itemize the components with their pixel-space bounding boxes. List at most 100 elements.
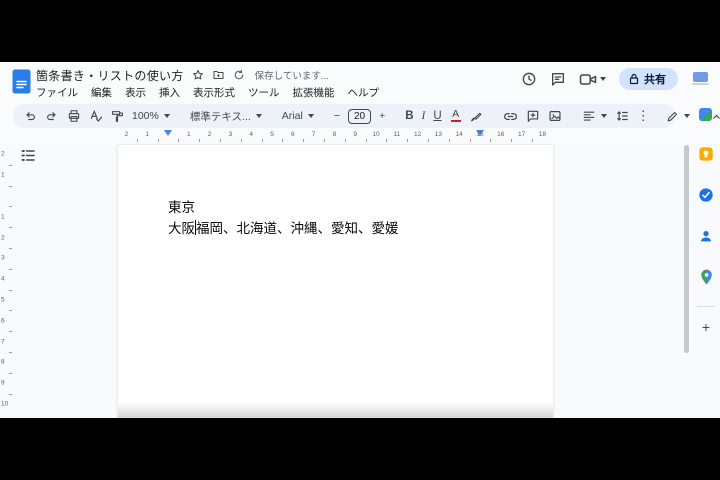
ruler-tick xyxy=(9,269,12,270)
font-size-increase[interactable]: + xyxy=(379,110,385,122)
align-button[interactable] xyxy=(582,109,607,123)
horizontal-ruler: 12123456789101112131415161718 xyxy=(118,130,553,143)
underline-button[interactable]: U xyxy=(433,110,441,122)
font-family-select[interactable]: Arial xyxy=(282,110,314,122)
ruler-tick xyxy=(9,165,12,166)
more-options-button[interactable]: ⋮ xyxy=(637,108,650,124)
doc-line-1: 東京 xyxy=(168,197,399,218)
ruler-number: 2 xyxy=(1,234,5,241)
undo-button[interactable] xyxy=(23,109,37,123)
ruler-number: 9 xyxy=(1,380,5,387)
maps-icon[interactable] xyxy=(699,269,714,290)
ruler-tick xyxy=(386,139,387,142)
extension-icon[interactable] xyxy=(699,108,712,121)
ruler-tick xyxy=(9,352,12,353)
account-avatar[interactable] xyxy=(691,72,710,87)
menu-bar: ファイル 編集 表示 挿入 表示形式 ツール 拡張機能 ヘルプ xyxy=(36,85,379,100)
left-indent-marker[interactable] xyxy=(164,130,172,136)
insert-link-button[interactable] xyxy=(503,109,518,124)
ruler-number: 1 xyxy=(1,172,5,179)
ruler-number: 3 xyxy=(1,255,5,262)
side-panel-divider xyxy=(697,306,715,307)
align-caret xyxy=(601,114,607,118)
ruler-tick xyxy=(324,139,325,142)
text-color-button[interactable]: A xyxy=(450,110,462,123)
font-size-decrease[interactable]: − xyxy=(334,110,340,122)
text-color-swatch xyxy=(451,120,461,123)
ruler-number: 17 xyxy=(518,131,525,138)
share-button[interactable]: 共有 xyxy=(619,68,678,90)
zoom-value: 100% xyxy=(132,110,159,122)
menu-view[interactable]: 表示 xyxy=(125,85,146,100)
zoom-select[interactable]: 100% xyxy=(132,110,170,122)
document-title[interactable]: 箇条書き・リストの使い方 xyxy=(36,67,184,84)
ruler-number: 12 xyxy=(414,131,421,138)
version-history-icon[interactable] xyxy=(521,71,537,87)
print-button[interactable] xyxy=(67,109,81,123)
title-bar: 箇条書き・リストの使い方 保存しています... xyxy=(36,66,329,84)
avatar-caption xyxy=(692,83,709,85)
tasks-icon[interactable] xyxy=(698,187,714,208)
share-button-label: 共有 xyxy=(644,71,666,87)
menu-help[interactable]: ヘルプ xyxy=(348,85,380,100)
lock-icon xyxy=(629,73,639,85)
ruler-number: 2 xyxy=(208,131,212,138)
document-outline-icon[interactable] xyxy=(21,149,36,167)
editing-mode-caret xyxy=(684,114,690,118)
star-icon[interactable] xyxy=(192,69,204,81)
get-addons-button[interactable]: + xyxy=(702,321,710,333)
meet-video-call-icon[interactable] xyxy=(579,72,606,87)
ruler-tick xyxy=(9,227,12,228)
ruler-tick xyxy=(407,139,408,142)
editing-mode-button[interactable] xyxy=(666,110,690,123)
meet-dropdown-caret[interactable] xyxy=(600,77,606,81)
ruler-tick xyxy=(282,139,283,142)
line-spacing-button[interactable] xyxy=(615,109,629,123)
ruler-number: 1 xyxy=(1,213,5,220)
ruler-number: 13 xyxy=(435,131,442,138)
ruler-number: 8 xyxy=(333,131,337,138)
bold-button[interactable]: B xyxy=(405,110,413,122)
zoom-caret xyxy=(164,114,170,118)
menu-file[interactable]: ファイル xyxy=(36,85,78,100)
ruler-tick xyxy=(137,139,138,142)
cloud-sync-icon xyxy=(233,69,245,81)
document-page[interactable]: 東京 大阪福岡、北海道、沖縄、愛知、愛媛 xyxy=(118,145,553,418)
comments-icon[interactable] xyxy=(550,71,566,87)
ruler-tick xyxy=(9,310,12,311)
ruler-tick xyxy=(490,139,491,142)
spelling-check-button[interactable] xyxy=(89,109,103,123)
text-color-letter: A xyxy=(450,110,462,119)
ruler-tick xyxy=(9,331,12,332)
ruler-tick xyxy=(9,206,12,207)
paragraph-style-select[interactable]: 標準テキス... xyxy=(190,109,262,124)
ruler-number: 7 xyxy=(1,338,5,345)
ruler-tick xyxy=(9,290,12,291)
move-folder-icon[interactable] xyxy=(212,69,225,81)
ruler-tick xyxy=(9,186,12,187)
paint-format-button[interactable] xyxy=(111,110,124,123)
font-size-input[interactable]: 20 xyxy=(348,109,371,124)
add-comment-button[interactable] xyxy=(526,109,540,123)
google-docs-window: 箇条書き・リストの使い方 保存しています... ファイル 編集 表示 xyxy=(0,62,720,418)
vertical-ruler: 1212345678910 xyxy=(0,143,13,418)
ruler-number: 2 xyxy=(125,131,129,138)
document-text[interactable]: 東京 大阪福岡、北海道、沖縄、愛知、愛媛 xyxy=(168,197,399,239)
italic-button[interactable]: I xyxy=(422,110,426,122)
insert-image-button[interactable] xyxy=(548,109,562,123)
menu-insert[interactable]: 挿入 xyxy=(159,85,180,100)
keep-icon[interactable] xyxy=(698,146,714,167)
highlight-color-button[interactable] xyxy=(470,110,483,123)
toolbar: 100% 標準テキス... Arial − 20 + B I U A xyxy=(13,104,675,128)
ruler-tick xyxy=(449,139,450,142)
ruler-tick xyxy=(9,248,12,249)
redo-button[interactable] xyxy=(45,109,59,123)
menu-tools[interactable]: ツール xyxy=(248,85,280,100)
menu-extensions[interactable]: 拡張機能 xyxy=(293,85,335,100)
contacts-icon[interactable] xyxy=(698,228,714,249)
menu-format[interactable]: 表示形式 xyxy=(193,85,235,100)
vertical-scrollbar[interactable] xyxy=(684,145,689,353)
doc-line-2-after-cursor: 福岡、北海道、沖縄、愛知、愛媛 xyxy=(196,221,399,236)
google-docs-logo[interactable] xyxy=(12,69,31,99)
menu-edit[interactable]: 編集 xyxy=(91,85,112,100)
